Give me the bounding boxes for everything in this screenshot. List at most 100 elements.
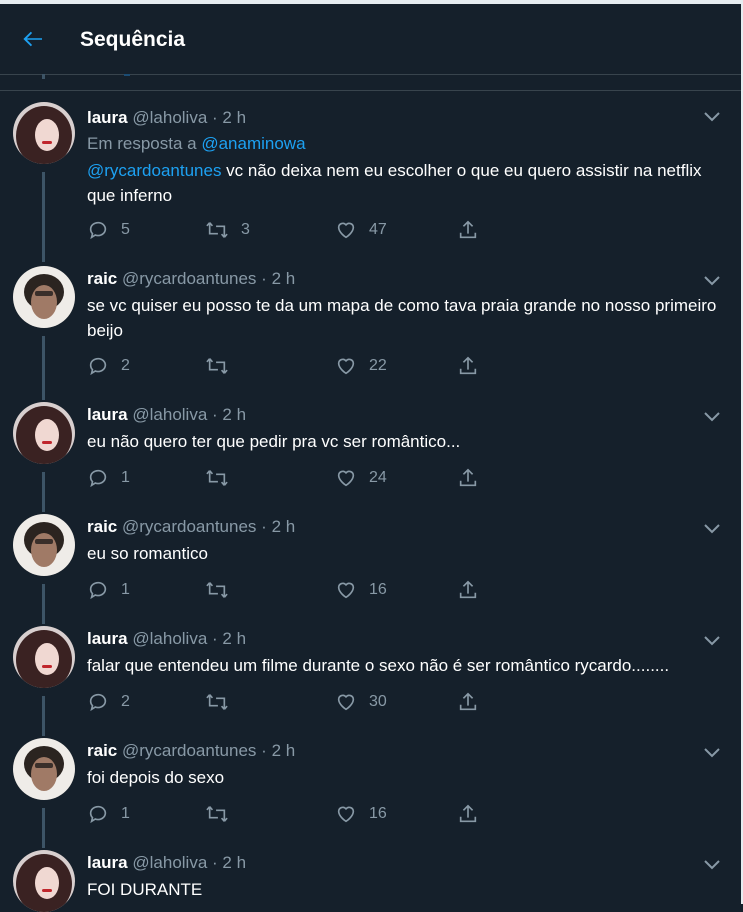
share-button[interactable]: [457, 466, 479, 490]
tweet[interactable]: raic @rycardoantunes · 2 h eu so romanti…: [0, 514, 741, 624]
share-icon: [459, 220, 477, 239]
chevron-down-icon[interactable]: [703, 110, 721, 124]
reply-count: 2: [121, 693, 130, 710]
separator-dot: ·: [212, 108, 218, 127]
display-name[interactable]: laura: [87, 405, 128, 424]
separator-dot: ·: [261, 269, 267, 288]
like-button[interactable]: 30: [335, 690, 387, 714]
timestamp[interactable]: 2 h: [272, 269, 296, 288]
tweet[interactable]: raic @rycardoantunes · 2 h foi depois do…: [0, 738, 741, 848]
retweet-icon: [206, 806, 228, 822]
tweet-actions: 1 16: [87, 578, 507, 602]
avatar[interactable]: [13, 850, 75, 912]
tweet-text: se vc quiser eu posso te da um mapa de c…: [87, 296, 717, 340]
share-button[interactable]: [457, 578, 479, 602]
display-name[interactable]: raic: [87, 741, 117, 760]
chevron-down-icon[interactable]: [703, 634, 721, 648]
timestamp[interactable]: 2 h: [222, 853, 246, 872]
reply-button[interactable]: 2: [87, 690, 130, 714]
reply-icon: [89, 469, 107, 488]
avatar[interactable]: [13, 266, 75, 328]
handle[interactable]: @rycardoantunes: [122, 517, 256, 536]
avatar[interactable]: [13, 402, 75, 464]
tweet[interactable]: laura @laholiva · 2 h falar que entendeu…: [0, 626, 741, 736]
like-button[interactable]: 16: [335, 578, 387, 602]
timestamp[interactable]: 2 h: [222, 108, 246, 127]
avatar[interactable]: [13, 514, 75, 576]
share-button[interactable]: [457, 218, 479, 242]
handle[interactable]: @laholiva: [132, 108, 207, 127]
like-count: 30: [369, 693, 387, 710]
avatar-raic-icon: [13, 266, 75, 328]
tweet[interactable]: laura @laholiva · 2 h eu não quero ter q…: [0, 402, 741, 512]
share-button[interactable]: [457, 690, 479, 714]
chevron-down-icon[interactable]: [703, 522, 721, 536]
tweet-header: laura @laholiva · 2 h: [87, 405, 246, 425]
tweet[interactable]: laura @laholiva · 2 h FOI DURANTE: [0, 850, 741, 912]
retweet-button[interactable]: [205, 354, 229, 378]
retweet-button[interactable]: [205, 690, 229, 714]
chevron-down-icon[interactable]: [703, 274, 721, 288]
timestamp[interactable]: 2 h: [222, 405, 246, 424]
tweet-actions: 1 16: [87, 802, 507, 826]
like-button[interactable]: 47: [335, 218, 387, 242]
tweet-header: laura @laholiva · 2 h: [87, 853, 246, 873]
reply-icon: [89, 221, 107, 240]
share-button[interactable]: [457, 802, 479, 826]
avatar[interactable]: [13, 102, 75, 164]
retweet-count: 3: [241, 221, 250, 238]
share-button[interactable]: [457, 354, 479, 378]
reply-button[interactable]: 1: [87, 466, 130, 490]
display-name[interactable]: laura: [87, 108, 128, 127]
tweet[interactable]: raic @rycardoantunes · 2 h se vc quiser …: [0, 266, 741, 400]
handle[interactable]: @laholiva: [132, 405, 207, 424]
timestamp[interactable]: 2 h: [272, 517, 296, 536]
retweet-button[interactable]: [205, 578, 229, 602]
reply-to-link[interactable]: @anaminowa: [201, 134, 305, 153]
thread-line: [42, 74, 45, 79]
heart-icon: [337, 694, 355, 711]
like-count: 16: [369, 581, 387, 598]
like-button[interactable]: 24: [335, 466, 387, 490]
display-name[interactable]: raic: [87, 517, 117, 536]
retweet-button[interactable]: 3: [205, 218, 250, 242]
handle[interactable]: @laholiva: [132, 853, 207, 872]
reply-icon: [89, 357, 107, 376]
mention-link[interactable]: @rycardoantunes: [87, 161, 221, 180]
back-button[interactable]: [18, 24, 48, 54]
separator-dot: ·: [212, 405, 218, 424]
tweet-text: eu não quero ter que pedir pra vc ser ro…: [87, 432, 461, 451]
divider: [0, 90, 741, 91]
handle[interactable]: @rycardoantunes: [122, 269, 256, 288]
retweet-icon: [206, 222, 228, 238]
timestamp[interactable]: 2 h: [222, 629, 246, 648]
tweet-text: falar que entendeu um filme durante o se…: [87, 656, 670, 675]
avatar-laura-icon: [13, 626, 75, 688]
reply-button[interactable]: 5: [87, 218, 130, 242]
reply-icon: [89, 693, 107, 712]
display-name[interactable]: laura: [87, 629, 128, 648]
retweet-button[interactable]: [205, 466, 229, 490]
share-icon: [459, 468, 477, 487]
display-name[interactable]: raic: [87, 269, 117, 288]
reply-button[interactable]: 1: [87, 578, 130, 602]
chevron-down-icon[interactable]: [703, 858, 721, 872]
avatar[interactable]: [13, 738, 75, 800]
tweet-actions: 1 24: [87, 466, 507, 490]
like-button[interactable]: 22: [335, 354, 387, 378]
like-button[interactable]: 16: [335, 802, 387, 826]
tweet[interactable]: laura @laholiva · 2 h Em resposta a @ana…: [0, 102, 741, 262]
display-name[interactable]: laura: [87, 853, 128, 872]
chevron-down-icon[interactable]: [703, 410, 721, 424]
thread-line: [42, 336, 45, 400]
handle[interactable]: @laholiva: [132, 629, 207, 648]
chevron-down-icon[interactable]: [703, 746, 721, 760]
retweet-button[interactable]: [205, 802, 229, 826]
reply-button[interactable]: 1: [87, 802, 130, 826]
handle[interactable]: @rycardoantunes: [122, 741, 256, 760]
avatar[interactable]: [13, 626, 75, 688]
avatar-laura-icon: [13, 850, 75, 912]
timestamp[interactable]: 2 h: [272, 741, 296, 760]
thread-line: [42, 808, 45, 848]
reply-button[interactable]: 2: [87, 354, 130, 378]
